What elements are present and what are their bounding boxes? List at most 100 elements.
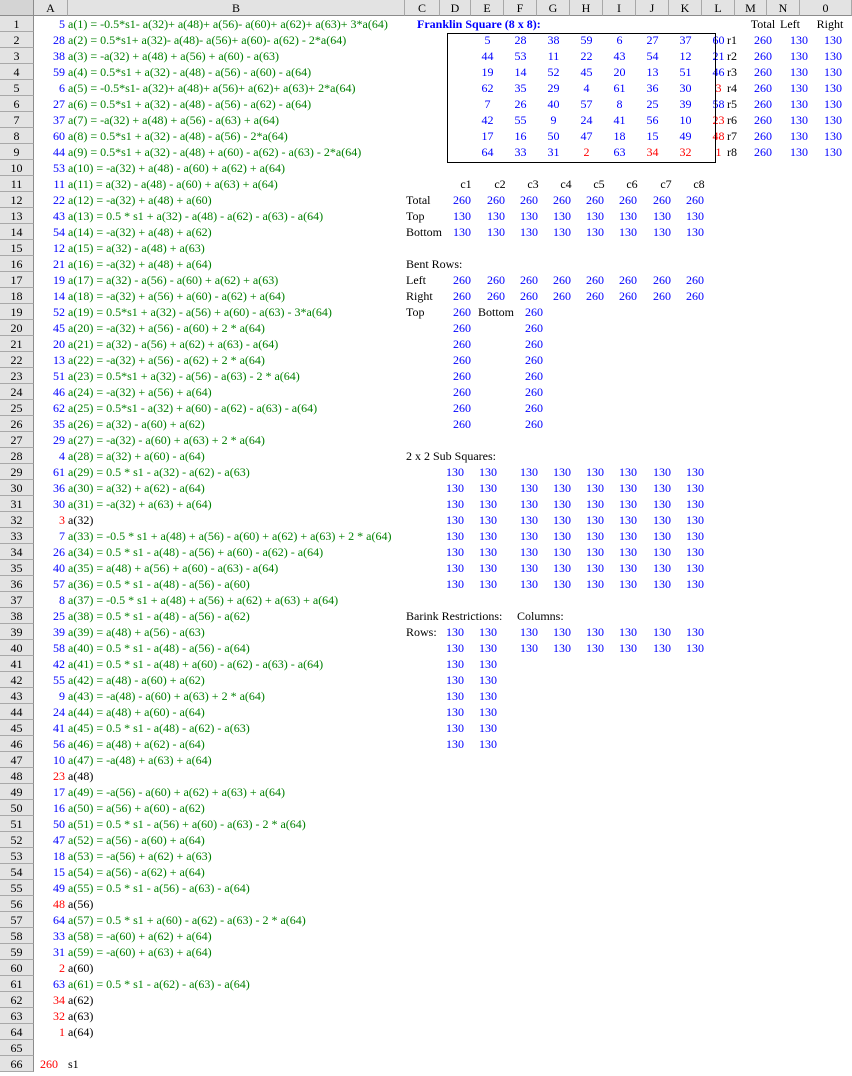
row-header-5[interactable]: 5 <box>0 80 34 96</box>
bent-top-cell[interactable]: 260 <box>447 336 477 352</box>
subsquare-cell[interactable]: 130 <box>514 480 544 496</box>
col-sum-cell[interactable]: 130 <box>481 224 511 240</box>
a-value-cell[interactable]: 25 <box>34 608 65 624</box>
subsquare-cell[interactable]: 130 <box>613 560 643 576</box>
a-value-cell[interactable]: 38 <box>34 48 65 64</box>
formula-cell[interactable]: a(45) = 0.5 * s1 - a(48) - a(62) - a(63) <box>68 720 250 736</box>
a-value-cell[interactable]: 43 <box>34 208 65 224</box>
col-sum-cell[interactable]: 130 <box>547 224 577 240</box>
bent-bottom-cell[interactable]: 260 <box>519 384 549 400</box>
row-header-38[interactable]: 38 <box>0 608 34 624</box>
a-value-cell[interactable]: 32 <box>34 1008 65 1024</box>
a-value-cell[interactable]: 2 <box>34 960 65 976</box>
col-sum-cell[interactable]: 130 <box>514 208 544 224</box>
a-value-cell[interactable]: 47 <box>34 832 65 848</box>
bent-row-cell[interactable]: 260 <box>547 272 577 288</box>
bent-row-label[interactable]: Right <box>406 288 433 304</box>
row-header-63[interactable]: 63 <box>0 1008 34 1024</box>
a-value-cell[interactable]: 64 <box>34 912 65 928</box>
formula-cell[interactable]: a(18) = -a(32) + a(56) + a(60) - a(62) +… <box>68 288 285 304</box>
formula-cell[interactable]: a(36) = 0.5 * s1 - a(48) - a(56) - a(60) <box>68 576 250 592</box>
row-sum-cell[interactable]: 260 <box>748 96 778 112</box>
formula-cell[interactable]: a(27) = -a(32) - a(60) + a(63) + 2 * a(6… <box>68 432 265 448</box>
barink-column-cell[interactable]: 130 <box>647 624 677 640</box>
row-header-57[interactable]: 57 <box>0 912 34 928</box>
subsquare-cell[interactable]: 130 <box>680 480 710 496</box>
a-value-cell[interactable]: 27 <box>34 96 65 112</box>
formula-cell[interactable]: a(43) = -a(48) - a(60) + a(63) + 2 * a(6… <box>68 688 265 704</box>
column-header-f[interactable]: F <box>504 0 537 16</box>
subsquare-cell[interactable]: 130 <box>473 496 503 512</box>
row-header-7[interactable]: 7 <box>0 112 34 128</box>
bent-top-cell[interactable]: 260 <box>447 304 477 320</box>
barink-column-cell[interactable]: 130 <box>514 624 544 640</box>
a-value-cell[interactable]: 17 <box>34 784 65 800</box>
subsquare-cell[interactable]: 130 <box>680 576 710 592</box>
a-value-cell[interactable]: 18 <box>34 848 65 864</box>
row-header-22[interactable]: 22 <box>0 352 34 368</box>
formula-cell[interactable]: a(20) = -a(32) + a(56) - a(60) + 2 * a(6… <box>68 320 265 336</box>
formula-cell[interactable]: a(30) = a(32) + a(62) - a(64) <box>68 480 205 496</box>
a-value-cell[interactable]: 37 <box>34 112 65 128</box>
subsquares-title[interactable]: 2 x 2 Sub Squares: <box>406 448 496 464</box>
formula-cell[interactable]: a(60) <box>68 960 93 976</box>
row-header-41[interactable]: 41 <box>0 656 34 672</box>
formula-cell[interactable]: a(23) = 0.5*s1 + a(32) - a(56) - a(63) -… <box>68 368 300 384</box>
row-label[interactable]: r1 <box>727 32 737 48</box>
bent-bottom-cell[interactable]: 260 <box>519 320 549 336</box>
barink-column-cell[interactable]: 130 <box>680 624 710 640</box>
subsquare-cell[interactable]: 130 <box>580 576 610 592</box>
a-value-cell[interactable]: 16 <box>34 800 65 816</box>
subsquare-cell[interactable]: 130 <box>647 544 677 560</box>
formula-cell[interactable]: a(34) = 0.5 * s1 - a(48) - a(56) + a(60)… <box>68 544 323 560</box>
subsquare-cell[interactable]: 130 <box>440 544 470 560</box>
row-header-59[interactable]: 59 <box>0 944 34 960</box>
col-sum-header[interactable]: c2 <box>485 176 515 192</box>
bent-bottom-cell[interactable]: 260 <box>519 400 549 416</box>
formula-cell[interactable]: a(24) = -a(32) + a(56) + a(64) <box>68 384 212 400</box>
subsquare-cell[interactable]: 130 <box>580 480 610 496</box>
row-sum-header[interactable]: Right <box>808 16 852 32</box>
row-header-39[interactable]: 39 <box>0 624 34 640</box>
column-header-j[interactable]: J <box>636 0 669 16</box>
formula-cell[interactable]: a(8) = 0.5*s1 + a(32) - a(48) - a(56) - … <box>68 128 288 144</box>
col-sum-cell[interactable]: 260 <box>647 192 677 208</box>
col-sum-cell[interactable]: 130 <box>680 224 710 240</box>
a-value-cell[interactable]: 24 <box>34 704 65 720</box>
subsquare-cell[interactable]: 130 <box>440 560 470 576</box>
a-value-cell[interactable]: 6 <box>34 80 65 96</box>
subsquare-cell[interactable]: 130 <box>473 480 503 496</box>
col-sum-header[interactable]: c8 <box>684 176 714 192</box>
subsquare-cell[interactable]: 130 <box>613 544 643 560</box>
bent-top-cell[interactable]: 260 <box>447 352 477 368</box>
formula-cell[interactable]: a(11) = a(32) - a(48) - a(60) + a(63) + … <box>68 176 278 192</box>
row-sum-cell[interactable]: 130 <box>818 48 848 64</box>
a-value-cell[interactable]: 61 <box>34 464 65 480</box>
row-header-8[interactable]: 8 <box>0 128 34 144</box>
subsquare-cell[interactable]: 130 <box>440 496 470 512</box>
bent-top-cell[interactable]: 260 <box>447 416 477 432</box>
bent-row-cell[interactable]: 260 <box>647 272 677 288</box>
row-header-53[interactable]: 53 <box>0 848 34 864</box>
row-sum-cell[interactable]: 130 <box>784 112 814 128</box>
row-sum-cell[interactable]: 130 <box>818 128 848 144</box>
subsquare-cell[interactable]: 130 <box>580 544 610 560</box>
a-value-cell[interactable]: 54 <box>34 224 65 240</box>
subsquare-cell[interactable]: 130 <box>580 528 610 544</box>
formula-cell[interactable]: a(17) = a(32) - a(56) - a(60) + a(62) + … <box>68 272 278 288</box>
barink-row-cell[interactable]: 130 <box>440 640 470 656</box>
a-value-cell[interactable]: 62 <box>34 400 65 416</box>
subsquare-cell[interactable]: 130 <box>680 464 710 480</box>
formula-cell[interactable]: a(3) = -a(32) + a(48) + a(56) + a(60) - … <box>68 48 279 64</box>
a-value-cell[interactable]: 45 <box>34 320 65 336</box>
row-sum-cell[interactable]: 260 <box>748 64 778 80</box>
formula-cell[interactable]: a(48) <box>68 768 93 784</box>
subsquare-cell[interactable]: 130 <box>514 512 544 528</box>
a-value-cell[interactable]: 8 <box>34 592 65 608</box>
barink-row-cell[interactable]: 130 <box>440 736 470 752</box>
row-header-33[interactable]: 33 <box>0 528 34 544</box>
row-header-46[interactable]: 46 <box>0 736 34 752</box>
col-sum-cell[interactable]: 130 <box>680 208 710 224</box>
col-sum-cell[interactable]: 260 <box>481 192 511 208</box>
subsquare-cell[interactable]: 130 <box>514 544 544 560</box>
